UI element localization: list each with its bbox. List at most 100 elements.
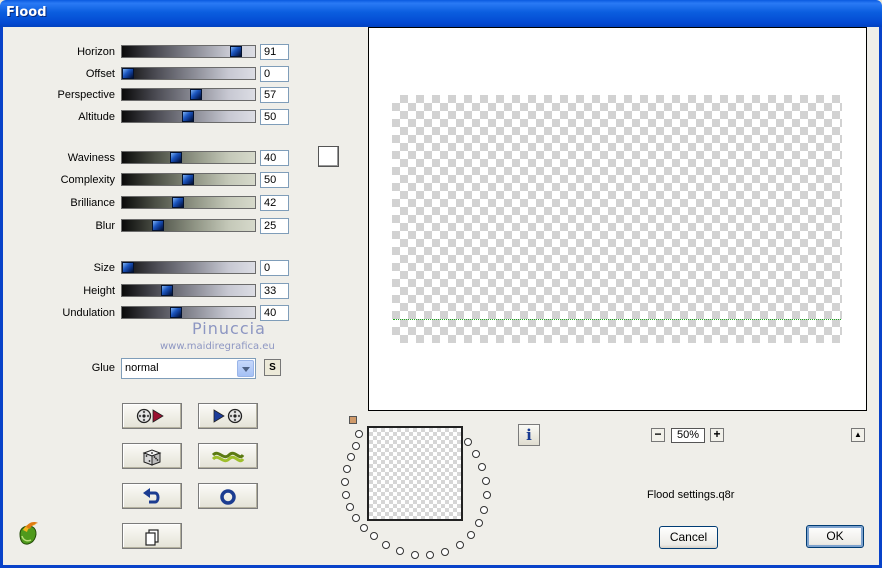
- play-backward-button[interactable]: [122, 403, 182, 429]
- film-reel-play-icon: [136, 408, 164, 424]
- play-forward-button[interactable]: [198, 403, 258, 429]
- navigator-dial-dot[interactable]: [382, 541, 390, 549]
- ok-button[interactable]: OK: [806, 525, 864, 548]
- navigator-dial-dot[interactable]: [467, 531, 475, 539]
- undulation-slider-thumb[interactable]: [170, 307, 182, 318]
- navigator-dial-dot[interactable]: [352, 514, 360, 522]
- navigator-dial-dot[interactable]: [341, 478, 349, 486]
- reset-button[interactable]: [198, 483, 258, 509]
- height-slider[interactable]: [121, 284, 256, 297]
- navigator-dial-dot[interactable]: [482, 477, 490, 485]
- height-label: Height: [83, 285, 115, 297]
- undulation-slider[interactable]: [121, 306, 256, 319]
- navigator-dial-dot[interactable]: [343, 465, 351, 473]
- zoom-out-button[interactable]: −: [651, 428, 665, 442]
- collapse-arrow-icon[interactable]: ▲: [851, 428, 865, 442]
- navigator-dial-dot[interactable]: [426, 551, 434, 559]
- offset-slider[interactable]: [121, 67, 256, 80]
- play-film-reel-icon: [213, 408, 243, 424]
- navigator-dial-dot[interactable]: [396, 547, 404, 555]
- plugin-logo-icon: [19, 522, 38, 545]
- navigator-dial-dot[interactable]: [346, 503, 354, 511]
- navigator-dial-dot[interactable]: [352, 442, 360, 450]
- complexity-value-field[interactable]: 50: [260, 172, 289, 188]
- complexity-slider-thumb[interactable]: [182, 174, 194, 185]
- altitude-slider-thumb[interactable]: [182, 111, 194, 122]
- settings-filename: Flood settings.q8r: [647, 489, 735, 501]
- perspective-slider-thumb[interactable]: [190, 89, 202, 100]
- waviness-label: Waviness: [67, 152, 115, 164]
- navigator-dial-dot[interactable]: [360, 524, 368, 532]
- preview-image: [392, 95, 842, 343]
- cancel-button[interactable]: Cancel: [659, 526, 718, 549]
- slider-row-blur: Blur 25: [0, 218, 290, 234]
- randomize-button[interactable]: [122, 443, 182, 469]
- navigator-dial-dot[interactable]: [355, 430, 363, 438]
- brilliance-slider[interactable]: [121, 196, 256, 209]
- wave-preset-button[interactable]: [198, 443, 258, 469]
- brilliance-value-field[interactable]: 42: [260, 195, 289, 211]
- dice-icon: [142, 449, 162, 466]
- waviness-slider[interactable]: [121, 151, 256, 164]
- undo-button[interactable]: [122, 483, 182, 509]
- blur-slider[interactable]: [121, 219, 256, 232]
- navigator-dial-dot[interactable]: [342, 491, 350, 499]
- undo-arrow-icon: [143, 488, 160, 504]
- slider-row-size: Size 0: [0, 260, 290, 276]
- slider-row-perspective: Perspective 57: [0, 87, 290, 103]
- horizon-value-field[interactable]: 91: [260, 44, 289, 60]
- navigator-dial-dot[interactable]: [475, 519, 483, 527]
- color-swatch[interactable]: [318, 146, 339, 167]
- horizon-label: Horizon: [77, 46, 115, 58]
- offset-value-field[interactable]: 0: [260, 66, 289, 82]
- navigator-marker[interactable]: [349, 416, 357, 424]
- zoom-in-button[interactable]: +: [710, 428, 724, 442]
- navigator-dial-dot[interactable]: [472, 450, 480, 458]
- size-slider[interactable]: [121, 261, 256, 274]
- copy-pages-icon: [145, 529, 159, 546]
- navigator-dial-dot[interactable]: [441, 548, 449, 556]
- title-bar: Flood: [0, 0, 882, 27]
- navigator-thumbnail[interactable]: [367, 426, 463, 521]
- chevron-down-icon[interactable]: [237, 360, 254, 377]
- navigator-dial-dot[interactable]: [464, 438, 472, 446]
- slider-row-horizon: Horizon 91: [0, 44, 290, 60]
- blur-value-field[interactable]: 25: [260, 218, 289, 234]
- height-slider-thumb[interactable]: [161, 285, 173, 296]
- blur-slider-thumb[interactable]: [152, 220, 164, 231]
- horizon-slider-thumb[interactable]: [230, 46, 242, 57]
- altitude-value-field[interactable]: 50: [260, 109, 289, 125]
- watermark-name: Pinuccia: [192, 319, 266, 338]
- perspective-value-field[interactable]: 57: [260, 87, 289, 103]
- window-title: Flood: [6, 5, 47, 20]
- navigator-dial-dot[interactable]: [370, 532, 378, 540]
- perspective-slider[interactable]: [121, 88, 256, 101]
- navigator-dial-dot[interactable]: [480, 506, 488, 514]
- navigator-dial-dot[interactable]: [347, 453, 355, 461]
- slider-row-altitude: Altitude 50: [0, 109, 290, 125]
- waviness-value-field[interactable]: 40: [260, 150, 289, 166]
- blur-label: Blur: [95, 220, 115, 232]
- height-value-field[interactable]: 33: [260, 283, 289, 299]
- navigator-dial-dot[interactable]: [411, 551, 419, 559]
- info-icon[interactable]: i: [518, 424, 540, 446]
- navigator-dial-dot[interactable]: [456, 541, 464, 549]
- waviness-slider-thumb[interactable]: [170, 152, 182, 163]
- navigator-dial-dot[interactable]: [478, 463, 486, 471]
- offset-slider-thumb[interactable]: [122, 68, 134, 79]
- watermark-url: www.maidiregrafica.eu: [160, 341, 275, 352]
- complexity-slider[interactable]: [121, 173, 256, 186]
- size-slider-thumb[interactable]: [122, 262, 134, 273]
- glue-select[interactable]: normal: [121, 358, 256, 379]
- brilliance-slider-thumb[interactable]: [172, 197, 184, 208]
- offset-label: Offset: [85, 68, 115, 80]
- horizon-slider[interactable]: [121, 45, 256, 58]
- copy-button[interactable]: [122, 523, 182, 549]
- size-value-field[interactable]: 0: [260, 260, 289, 276]
- navigator-dial-dot[interactable]: [483, 491, 491, 499]
- altitude-slider[interactable]: [121, 110, 256, 123]
- slider-row-brilliance: Brilliance 42: [0, 195, 290, 211]
- perspective-label: Perspective: [57, 89, 115, 101]
- slider-row-complexity: Complexity 50: [0, 172, 290, 188]
- glue-s-button[interactable]: S: [264, 359, 281, 376]
